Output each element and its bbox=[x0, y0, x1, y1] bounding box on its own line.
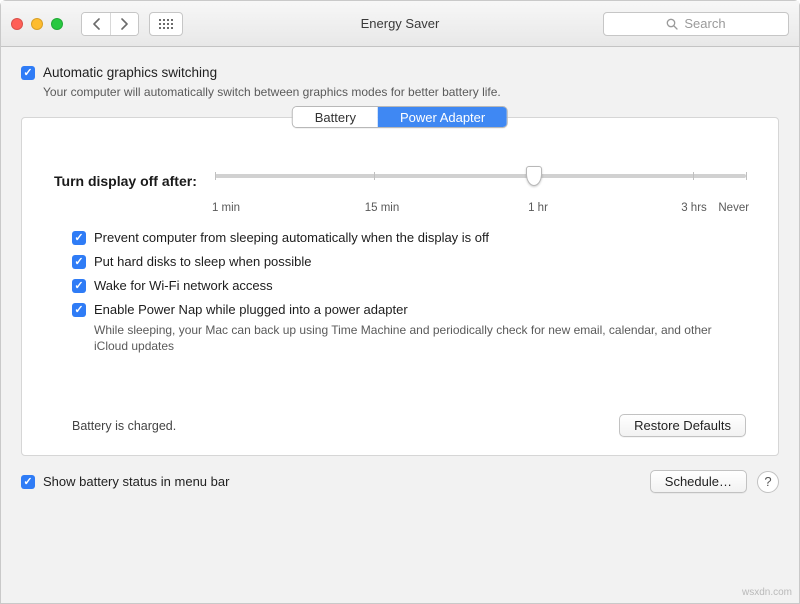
battery-status: Battery is charged. bbox=[72, 419, 176, 433]
desc-power-nap: While sleeping, your Mac can back up usi… bbox=[94, 322, 714, 354]
show-all-button[interactable] bbox=[149, 12, 183, 36]
tick-1min: 1 min bbox=[212, 202, 240, 214]
slider-display-off[interactable] bbox=[215, 164, 746, 198]
close-icon[interactable] bbox=[11, 18, 23, 30]
row-prevent-sleep: Prevent computer from sleeping automatic… bbox=[72, 230, 746, 245]
label-prevent-sleep: Prevent computer from sleeping automatic… bbox=[94, 230, 489, 245]
bottom-right-controls: Schedule… ? bbox=[650, 470, 779, 493]
row-power-nap: Enable Power Nap while plugged into a po… bbox=[72, 302, 746, 317]
search-placeholder: Search bbox=[684, 16, 725, 31]
minimize-icon[interactable] bbox=[31, 18, 43, 30]
desc-auto-graphics: Your computer will automatically switch … bbox=[43, 85, 779, 99]
titlebar: Energy Saver Search bbox=[1, 1, 799, 47]
schedule-button[interactable]: Schedule… bbox=[650, 470, 747, 493]
back-button[interactable] bbox=[82, 13, 110, 35]
help-button[interactable]: ? bbox=[757, 471, 779, 493]
slider-ticks bbox=[215, 172, 746, 180]
tab-battery[interactable]: Battery bbox=[293, 107, 378, 127]
checkbox-show-battery-menubar[interactable] bbox=[21, 475, 35, 489]
tab-segmented: Battery Power Adapter bbox=[292, 106, 508, 128]
label-auto-graphics: Automatic graphics switching bbox=[43, 65, 217, 80]
nav-back-forward bbox=[81, 12, 139, 36]
checkbox-hdd-sleep[interactable] bbox=[72, 255, 86, 269]
zoom-icon[interactable] bbox=[51, 18, 63, 30]
chevron-right-icon bbox=[120, 18, 129, 30]
slider-thumb[interactable] bbox=[526, 166, 542, 186]
search-input[interactable]: Search bbox=[603, 12, 789, 36]
label-wake-wifi: Wake for Wi-Fi network access bbox=[94, 278, 273, 293]
options-list: Prevent computer from sleeping automatic… bbox=[72, 230, 746, 354]
forward-button[interactable] bbox=[110, 13, 138, 35]
label-display-off: Turn display off after: bbox=[54, 173, 197, 189]
tick-3hrs: 3 hrs bbox=[681, 202, 707, 214]
content-area: Automatic graphics switching Your comput… bbox=[1, 47, 799, 603]
window-energy-saver: Energy Saver Search Automatic graphics s… bbox=[0, 0, 800, 604]
checkbox-auto-graphics[interactable] bbox=[21, 66, 35, 80]
row-auto-graphics: Automatic graphics switching bbox=[21, 65, 779, 80]
tick-1hr: 1 hr bbox=[528, 202, 548, 214]
label-power-nap: Enable Power Nap while plugged into a po… bbox=[94, 302, 408, 317]
checkbox-power-nap[interactable] bbox=[72, 303, 86, 317]
tick-never: Never bbox=[718, 202, 749, 214]
checkbox-prevent-sleep[interactable] bbox=[72, 231, 86, 245]
row-display-off: Turn display off after: bbox=[54, 164, 746, 198]
label-hdd-sleep: Put hard disks to sleep when possible bbox=[94, 254, 312, 269]
power-panel: Battery Power Adapter Turn display off a… bbox=[21, 117, 779, 456]
chevron-left-icon bbox=[92, 18, 101, 30]
traffic-lights bbox=[11, 18, 63, 30]
restore-defaults-button[interactable]: Restore Defaults bbox=[619, 414, 746, 437]
panel-footer: Battery is charged. Restore Defaults bbox=[54, 414, 746, 437]
tab-power-adapter[interactable]: Power Adapter bbox=[378, 107, 507, 127]
grid-icon bbox=[159, 19, 173, 29]
watermark: wsxdn.com bbox=[742, 587, 792, 598]
bottom-row: Show battery status in menu bar Schedule… bbox=[21, 470, 779, 493]
row-wake-wifi: Wake for Wi-Fi network access bbox=[72, 278, 746, 293]
row-hdd-sleep: Put hard disks to sleep when possible bbox=[72, 254, 746, 269]
search-icon bbox=[666, 18, 678, 30]
label-show-battery-menubar: Show battery status in menu bar bbox=[43, 474, 229, 489]
slider-tick-labels: 1 min 15 min 1 hr 3 hrs Never bbox=[226, 202, 746, 218]
help-icon: ? bbox=[764, 474, 771, 489]
checkbox-wake-wifi[interactable] bbox=[72, 279, 86, 293]
tick-15min: 15 min bbox=[365, 202, 400, 214]
